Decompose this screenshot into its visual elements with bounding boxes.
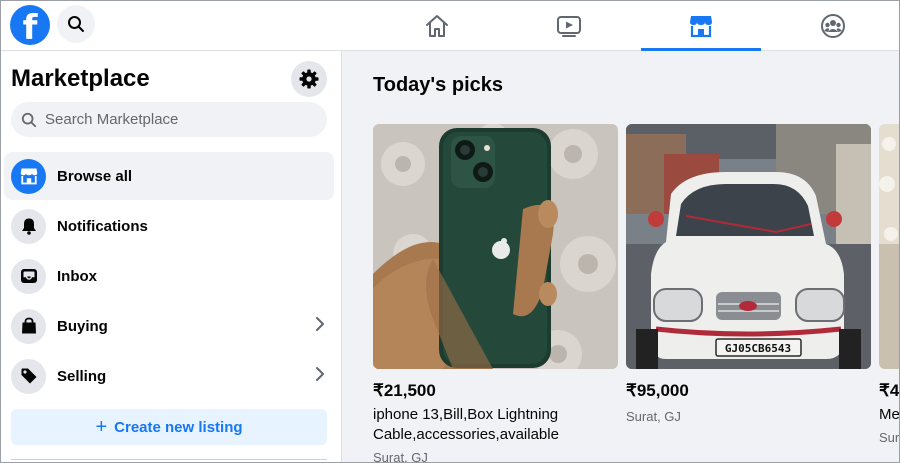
settings-button[interactable] bbox=[291, 61, 327, 97]
tab-marketplace[interactable] bbox=[641, 0, 761, 51]
sidebar-icon-wrap bbox=[11, 158, 46, 194]
chevron-right-icon bbox=[316, 317, 324, 331]
video-icon bbox=[557, 15, 581, 37]
divider bbox=[11, 459, 327, 460]
store-icon bbox=[690, 15, 712, 37]
sidebar-item-label: Notifications bbox=[57, 217, 148, 235]
groups-icon bbox=[821, 13, 845, 38]
sidebar-item-label: Buying bbox=[57, 317, 108, 335]
listing-card[interactable]: ₹21,500 iphone 13,Bill,Box Lightning Cab… bbox=[373, 124, 618, 463]
listing-location: Surat, GJ bbox=[626, 409, 681, 424]
listing-card[interactable]: GJ05CB6543 ₹95,000 Surat, GJ bbox=[626, 124, 871, 424]
shopping-bag-icon bbox=[21, 317, 36, 334]
listing-price: ₹21,500 bbox=[373, 381, 436, 400]
sidebar-icon-wrap bbox=[11, 358, 46, 394]
listing-location: Surat, GJ bbox=[373, 450, 428, 463]
sidebar-icon-wrap bbox=[11, 308, 46, 344]
sidebar-icon-wrap bbox=[11, 258, 46, 294]
create-listing-label: Create new listing bbox=[114, 418, 243, 436]
sidebar-item-selling[interactable]: Selling bbox=[4, 352, 334, 400]
tab-groups[interactable] bbox=[773, 0, 893, 51]
logo-letter: f bbox=[22, 8, 38, 45]
listing-title: iphone 13,Bill,Box Lightning Cable,acces… bbox=[373, 406, 559, 443]
marketplace-sidebar: Marketplace Browse all bbox=[0, 51, 342, 463]
sidebar-item-label: Inbox bbox=[57, 267, 97, 285]
search-icon bbox=[68, 16, 84, 32]
search-input[interactable] bbox=[45, 111, 305, 128]
inbox-icon bbox=[20, 269, 37, 283]
marketplace-search-field[interactable] bbox=[11, 102, 327, 137]
white-car-image: GJ05CB6543 bbox=[626, 124, 871, 369]
listing-price: ₹95,000 bbox=[626, 381, 689, 400]
chevron-right-icon bbox=[316, 367, 324, 381]
license-plate-text: GJ05CB6543 bbox=[725, 342, 791, 355]
sidebar-item-notifications[interactable]: Notifications bbox=[4, 202, 334, 250]
search-button[interactable] bbox=[57, 5, 95, 43]
sidebar-item-browse-all[interactable]: Browse all bbox=[4, 152, 334, 200]
listing-image[interactable] bbox=[879, 124, 900, 369]
search-icon bbox=[21, 112, 37, 127]
listing-price: ₹4, bbox=[879, 381, 900, 400]
sidebar-item-inbox[interactable]: Inbox bbox=[4, 252, 334, 300]
tab-home[interactable] bbox=[377, 0, 497, 51]
listing-title: Me bbox=[879, 406, 900, 423]
bell-icon bbox=[21, 218, 36, 235]
listing-card[interactable]: ₹4, Me Sura bbox=[879, 124, 900, 445]
sidebar-item-label: Selling bbox=[57, 367, 107, 385]
marketplace-feed: Today's picks ₹21,500 iphone 13,Bill,Box… bbox=[343, 51, 900, 463]
listing-image[interactable]: GJ05CB6543 bbox=[626, 124, 871, 369]
partial-listing-image bbox=[879, 124, 900, 369]
sidebar-icon-wrap bbox=[11, 208, 46, 244]
home-icon bbox=[426, 14, 448, 37]
section-title: Today's picks bbox=[373, 74, 503, 96]
create-new-listing-button[interactable]: + Create new listing bbox=[11, 409, 327, 445]
price-tag-icon bbox=[21, 368, 36, 384]
plus-icon: + bbox=[95, 416, 108, 438]
sidebar-item-label: Browse all bbox=[57, 167, 133, 185]
gear-icon bbox=[299, 69, 319, 89]
store-icon bbox=[20, 168, 37, 185]
listing-location: Sura bbox=[879, 430, 900, 445]
listing-image[interactable] bbox=[373, 124, 618, 369]
page-title: Marketplace bbox=[11, 65, 150, 92]
facebook-logo[interactable]: f bbox=[10, 5, 50, 45]
tab-watch[interactable] bbox=[509, 0, 629, 51]
top-navigation-bar: f bbox=[0, 0, 900, 51]
green-phone-image bbox=[373, 124, 618, 369]
sidebar-item-buying[interactable]: Buying bbox=[4, 302, 334, 350]
